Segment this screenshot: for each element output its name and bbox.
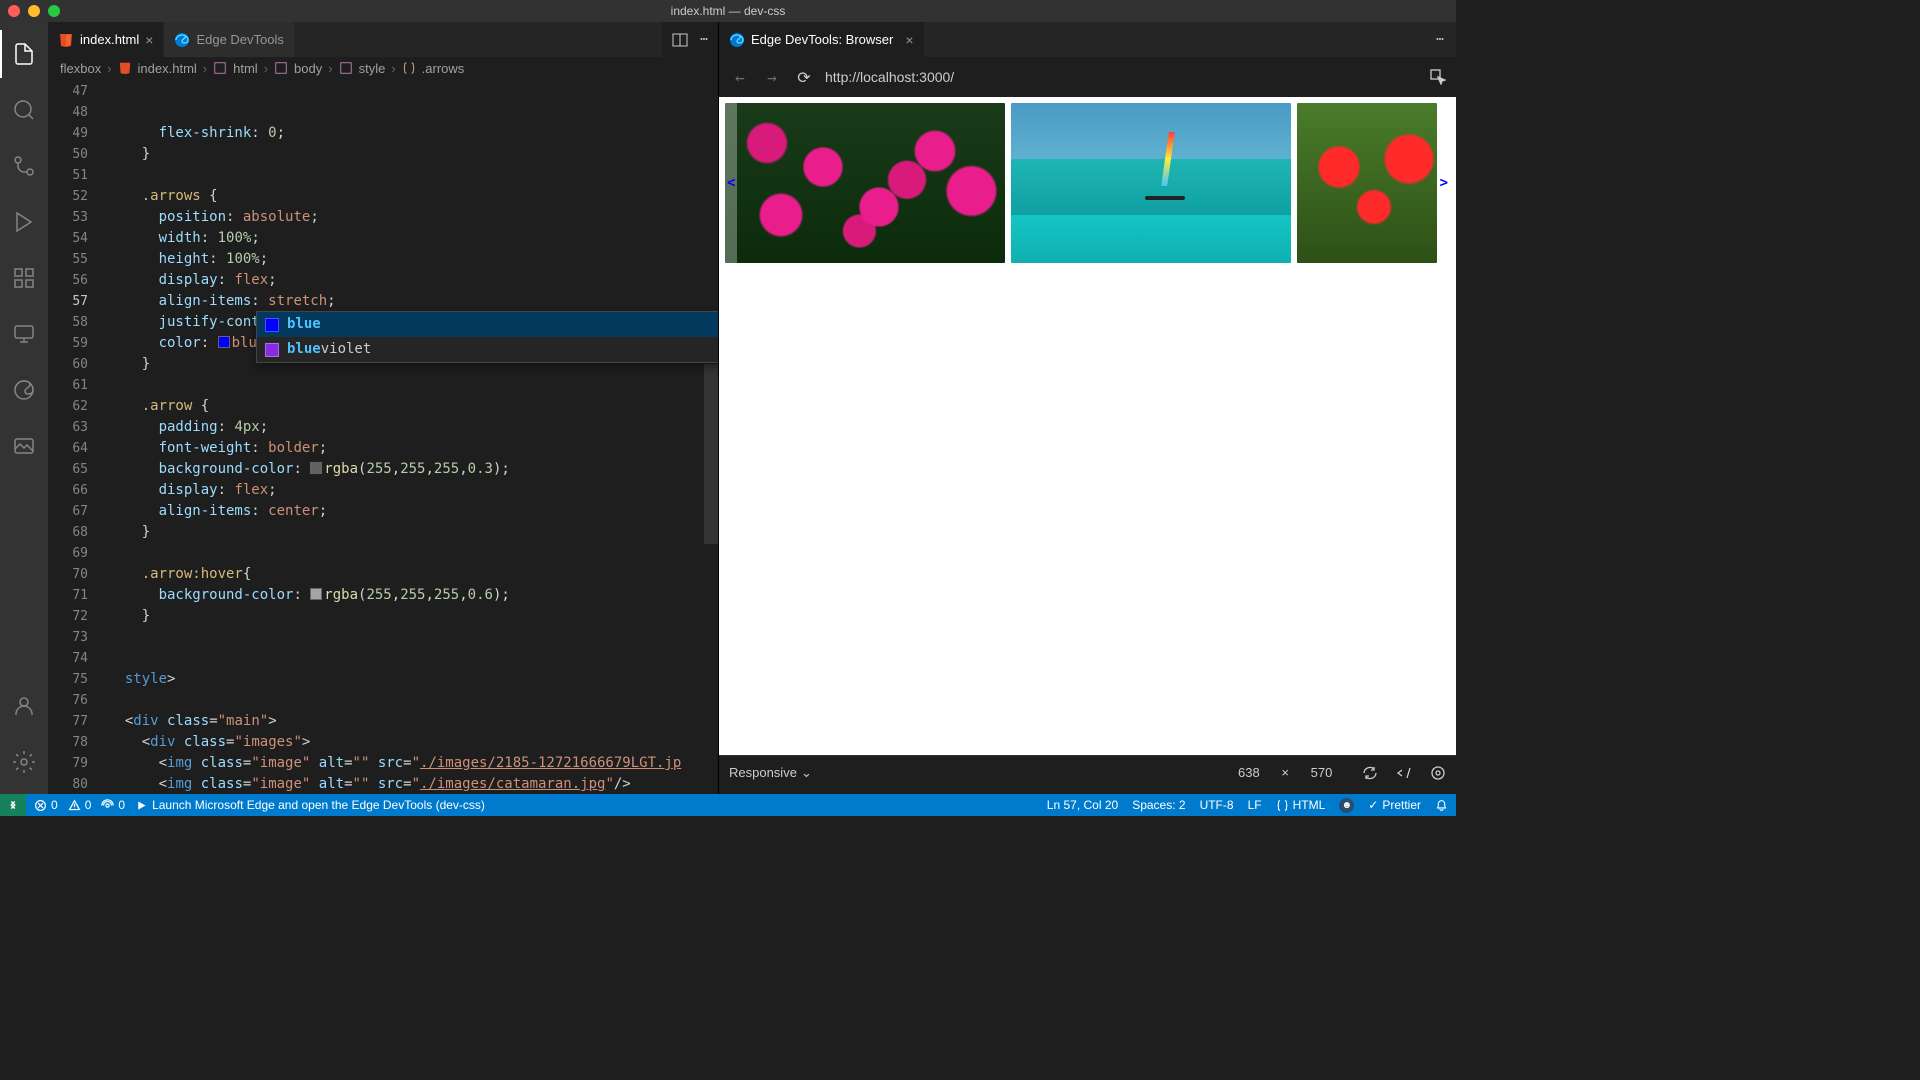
responsive-label: Responsive [729, 765, 797, 780]
preview-image [725, 103, 1005, 263]
address-bar[interactable]: http://localhost:3000/ [825, 69, 1420, 85]
viewport-width-input[interactable] [1226, 765, 1271, 780]
minimize-window-button[interactable] [28, 5, 40, 17]
edge-icon [174, 32, 190, 48]
language-mode[interactable]: HTML [1276, 798, 1326, 812]
autocomplete-item[interactable]: blue› [257, 312, 718, 337]
more-actions-icon[interactable]: ⋯ [700, 32, 708, 47]
titlebar: index.html — dev-css [0, 0, 1456, 22]
edge-tools-icon[interactable] [0, 366, 48, 414]
scrollbar-track[interactable] [704, 79, 718, 794]
symbol-icon [274, 61, 288, 75]
breadcrumb-item[interactable]: html [233, 61, 258, 76]
editor-actions: ⋯ [662, 22, 718, 57]
breadcrumb[interactable]: flexbox› index.html› html› body› style› … [48, 57, 718, 79]
errors-count[interactable]: 0 [34, 798, 58, 812]
breadcrumb-item[interactable]: body [294, 61, 322, 76]
scrollbar-thumb[interactable] [704, 364, 718, 544]
symbol-icon [339, 61, 353, 75]
inspect-icon[interactable] [1430, 69, 1446, 85]
responsive-dropdown[interactable]: Responsive ⌄ [729, 765, 812, 781]
browser-tab[interactable]: Edge DevTools: Browser × [719, 22, 924, 57]
forward-icon[interactable]: → [761, 68, 783, 87]
notifications-bell-icon[interactable] [1435, 799, 1448, 812]
prettier-status[interactable]: ✓Prettier [1368, 798, 1421, 812]
browser-panel: Edge DevTools: Browser × ⋯ ← → ⟳ http://… [718, 22, 1456, 794]
run-debug-icon[interactable] [0, 198, 48, 246]
close-window-button[interactable] [8, 5, 20, 17]
settings-gear-icon[interactable] [0, 738, 48, 786]
encoding[interactable]: UTF-8 [1200, 798, 1234, 812]
split-editor-icon[interactable] [672, 32, 688, 48]
tab-edge-devtools[interactable]: Edge DevTools [164, 22, 294, 57]
browser-tab-label: Edge DevTools: Browser [751, 32, 893, 47]
html-file-icon [58, 32, 74, 48]
symbol-icon [213, 61, 227, 75]
css-rule-icon [402, 61, 416, 75]
warnings-count[interactable]: 0 [68, 798, 92, 812]
tweet-feedback-icon[interactable]: ☻ [1339, 798, 1354, 813]
remote-indicator[interactable] [0, 794, 26, 816]
window-title: index.html — dev-css [671, 4, 786, 18]
cursor-position[interactable]: Ln 57, Col 20 [1047, 798, 1118, 812]
editor-area: index.html × Edge DevTools ⋯ flexbox› in… [48, 22, 718, 794]
reload-icon[interactable]: ⟳ [793, 68, 815, 87]
html-file-icon [118, 61, 132, 75]
search-icon[interactable] [0, 86, 48, 134]
code-content[interactable]: flex-shrink: 0; } .arrows { position: ab… [108, 79, 718, 794]
breadcrumb-item[interactable]: style [359, 61, 386, 76]
image-gallery-icon[interactable] [0, 422, 48, 470]
screenshot-icon[interactable] [1396, 765, 1412, 781]
viewport-footer: Responsive ⌄ × [719, 755, 1456, 789]
breadcrumb-item[interactable]: index.html [138, 61, 197, 76]
tab-label: Edge DevTools [196, 32, 283, 47]
line-number-gutter: 4748495051525354555657585960616263646566… [48, 79, 108, 794]
port-forward[interactable]: 0 [101, 798, 125, 812]
breadcrumb-item[interactable]: flexbox [60, 61, 101, 76]
extensions-icon[interactable] [0, 254, 48, 302]
source-control-icon[interactable] [0, 142, 48, 190]
launch-debug-button[interactable]: Launch Microsoft Edge and open the Edge … [135, 798, 485, 812]
viewport-height-input[interactable] [1299, 765, 1344, 780]
status-bar: 0 0 0 Launch Microsoft Edge and open the… [0, 794, 1456, 816]
eol[interactable]: LF [1248, 798, 1262, 812]
account-icon[interactable] [0, 682, 48, 730]
autocomplete-item[interactable]: blueviolet [257, 337, 718, 362]
preview-image [1297, 103, 1437, 263]
explorer-icon[interactable] [0, 30, 48, 78]
preview-image [1011, 103, 1291, 263]
browser-toolbar: ← → ⟳ http://localhost:3000/ [719, 57, 1456, 97]
tab-label: index.html [80, 32, 139, 47]
close-tab-icon[interactable]: × [145, 32, 153, 48]
indentation[interactable]: Spaces: 2 [1132, 798, 1185, 812]
browser-tabs: Edge DevTools: Browser × ⋯ [719, 22, 1456, 57]
browser-viewport[interactable]: < > [719, 97, 1456, 755]
edge-icon [729, 32, 745, 48]
chevron-down-icon: ⌄ [801, 765, 812, 781]
tab-index-html[interactable]: index.html × [48, 22, 164, 57]
code-editor[interactable]: 4748495051525354555657585960616263646566… [48, 79, 718, 794]
editor-tabs: index.html × Edge DevTools [48, 22, 662, 57]
remote-explorer-icon[interactable] [0, 310, 48, 358]
traffic-lights [8, 5, 60, 17]
autocomplete-popup[interactable]: blue›blueviolet [256, 311, 718, 363]
emulation-icon[interactable] [1430, 765, 1446, 781]
rotate-icon[interactable] [1362, 765, 1378, 781]
close-tab-icon[interactable]: × [905, 32, 913, 48]
browser-panel-more-icon[interactable]: ⋯ [1424, 22, 1456, 57]
dimension-separator: × [1281, 765, 1289, 780]
activity-bar [0, 22, 48, 794]
breadcrumb-item[interactable]: .arrows [422, 61, 465, 76]
maximize-window-button[interactable] [48, 5, 60, 17]
back-icon[interactable]: ← [729, 68, 751, 87]
